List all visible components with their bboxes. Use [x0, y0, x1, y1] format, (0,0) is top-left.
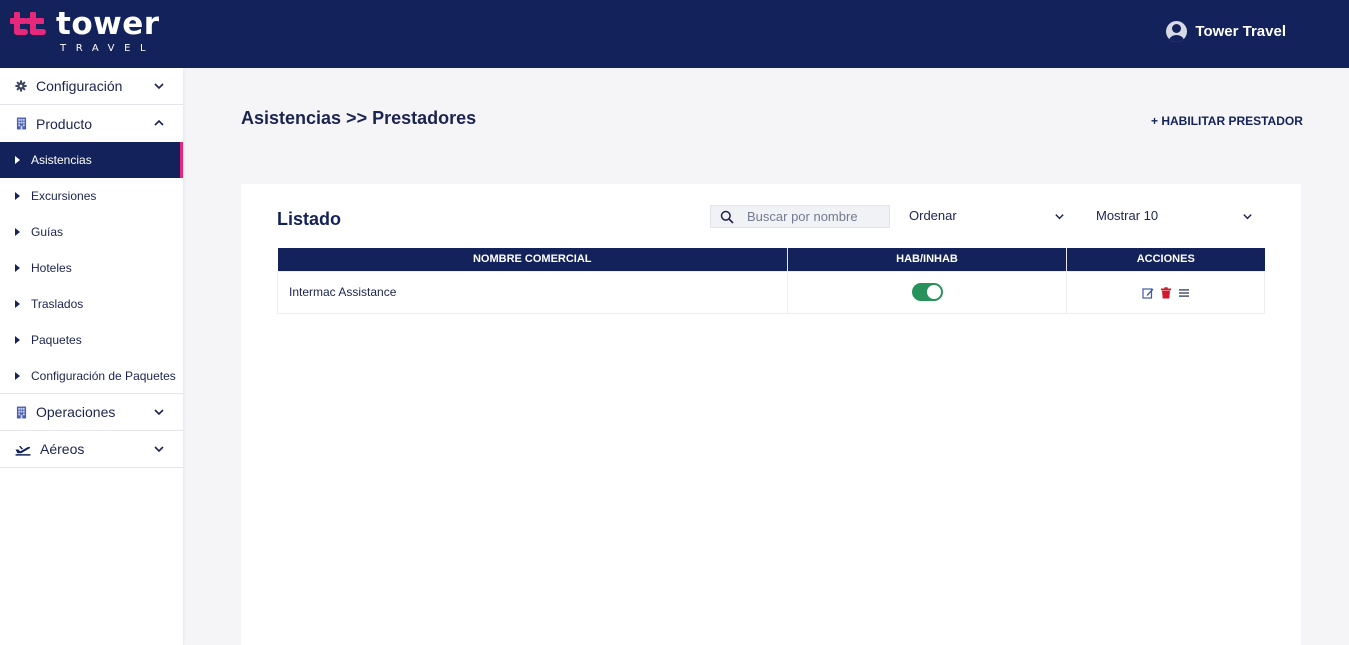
logo-subtitle: TRAVEL: [60, 43, 156, 54]
toggle-knob: [926, 285, 941, 299]
chevron-down-icon: [154, 83, 164, 90]
row-actions: [1141, 287, 1190, 299]
sidebar: Configuración Producto Asistencias Excur…: [0, 68, 183, 645]
cell-nombre-comercial: Intermac Assistance: [277, 270, 788, 314]
delete-icon[interactable]: [1160, 287, 1172, 299]
sidebar-group-label: Producto: [36, 115, 93, 132]
sidebar-group-configuracion[interactable]: Configuración: [0, 68, 183, 105]
caret-right-icon: [15, 192, 20, 200]
sidebar-group-producto[interactable]: Producto: [0, 105, 183, 142]
sidebar-item-label: Asistencias: [31, 153, 92, 167]
list-card: Listado Ordenar Mostrar 10 NOMBRE COMERC…: [241, 184, 1301, 645]
table-header-row: NOMBRE COMERCIAL HAB/INHAB ACCIONES: [277, 248, 1265, 271]
chevron-down-icon: [1055, 214, 1064, 220]
user-name: Tower Travel: [1195, 23, 1286, 40]
sidebar-group-aereos[interactable]: Aéreos: [0, 431, 183, 468]
order-select-value: Ordenar: [909, 208, 957, 223]
chevron-down-icon: [154, 446, 164, 453]
chevron-up-icon: [154, 119, 164, 126]
page-title: Asistencias >> Prestadores: [241, 108, 477, 128]
caret-right-icon: [15, 336, 20, 344]
sidebar-item-excursiones[interactable]: Excursiones: [0, 178, 183, 214]
column-header-nombre-comercial[interactable]: NOMBRE COMERCIAL: [277, 248, 788, 271]
sidebar-item-paquetes[interactable]: Paquetes: [0, 322, 183, 358]
sidebar-item-hoteles[interactable]: Hoteles: [0, 250, 183, 286]
list-title: Listado: [277, 209, 342, 229]
sidebar-item-label: Traslados: [31, 297, 84, 311]
logo-mark-icon: [10, 12, 46, 35]
enable-provider-button[interactable]: + HABILITAR PRESTADOR: [1151, 114, 1303, 128]
sidebar-item-traslados[interactable]: Traslados: [0, 286, 183, 322]
edit-icon[interactable]: [1141, 287, 1154, 299]
sidebar-item-label: Paquetes: [31, 333, 82, 347]
logo[interactable]: tower TRAVEL: [10, 6, 160, 57]
menu-icon[interactable]: [1178, 287, 1190, 299]
order-select[interactable]: Ordenar: [909, 208, 1065, 223]
enabled-toggle[interactable]: [911, 283, 943, 301]
chevron-down-icon: [154, 409, 164, 416]
sidebar-item-label: Guías: [31, 225, 64, 239]
sidebar-item-asistencias[interactable]: Asistencias: [0, 142, 183, 178]
building-icon: [14, 117, 28, 131]
page-size-select-value: Mostrar 10: [1096, 208, 1159, 223]
column-header-acciones: ACCIONES: [1066, 248, 1265, 271]
user-menu[interactable]: Tower Travel: [1166, 21, 1286, 42]
caret-right-icon: [15, 371, 20, 380]
sidebar-item-label: Excursiones: [31, 189, 97, 203]
column-header-hab-inhab[interactable]: HAB/INHAB: [787, 248, 1067, 271]
sidebar-group-operaciones[interactable]: Operaciones: [0, 394, 183, 431]
cell-hab-inhab: [787, 270, 1067, 314]
sidebar-item-guias[interactable]: Guías: [0, 214, 183, 250]
page-size-select[interactable]: Mostrar 10: [1096, 208, 1253, 223]
caret-right-icon: [15, 300, 20, 308]
user-avatar-icon: [1166, 21, 1188, 42]
table-row: Intermac Assistance: [277, 270, 1265, 314]
plane-icon: [14, 442, 32, 456]
caret-right-icon: [15, 156, 20, 164]
sidebar-group-label: Operaciones: [36, 404, 116, 420]
search-input[interactable]: [747, 209, 877, 224]
gear-icon: [14, 79, 28, 93]
caret-right-icon: [15, 264, 20, 272]
sidebar-item-configuracion-paquetes[interactable]: Configuración de Paquetes: [0, 358, 183, 394]
chevron-down-icon: [1243, 214, 1252, 220]
sidebar-item-label: Hoteles: [31, 261, 72, 275]
top-bar: tower TRAVEL Tower Travel: [0, 0, 1349, 68]
sidebar-item-label: Configuración de Paquetes: [31, 368, 176, 383]
search-icon: [720, 210, 734, 224]
logo-word: tower: [56, 6, 160, 42]
providers-table: NOMBRE COMERCIAL HAB/INHAB ACCIONES Inte…: [277, 248, 1265, 314]
search-box: [710, 205, 890, 228]
building-icon: [14, 405, 28, 419]
cell-acciones: [1066, 270, 1265, 314]
sidebar-group-label: Configuración: [36, 78, 123, 94]
caret-right-icon: [15, 228, 20, 236]
sidebar-group-label: Aéreos: [40, 441, 85, 457]
